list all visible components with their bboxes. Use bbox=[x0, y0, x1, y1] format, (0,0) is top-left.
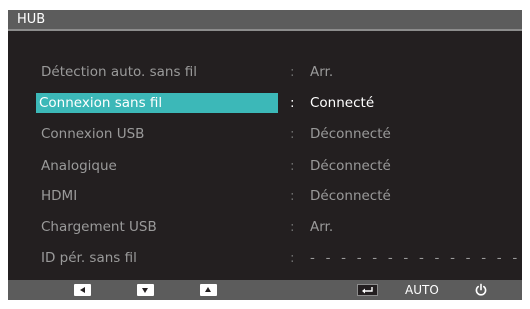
menu-item-label: Connexion sans fil bbox=[36, 93, 278, 113]
menu-item-label: HDMI bbox=[41, 188, 78, 204]
down-button[interactable] bbox=[137, 284, 154, 296]
menu-item-separator: : bbox=[290, 158, 295, 174]
menu-title: HUB bbox=[17, 12, 46, 27]
menu-item-separator: : bbox=[290, 250, 295, 266]
menu-item-label: Chargement USB bbox=[41, 219, 157, 235]
menu-item-value: Connecté bbox=[310, 95, 375, 111]
menu-item-label: ID pér. sans fil bbox=[41, 250, 137, 266]
menu-item-separator: : bbox=[290, 95, 295, 111]
menu-item-value: Arr. bbox=[310, 219, 334, 235]
title-divider bbox=[8, 29, 522, 31]
menu-item-value: Déconnecté bbox=[310, 158, 391, 174]
menu-item-value: Déconnecté bbox=[310, 126, 391, 142]
menu-item-value: Déconnecté bbox=[310, 188, 391, 204]
menu-item-label: Connexion USB bbox=[41, 126, 145, 142]
menu-item-separator: : bbox=[290, 188, 295, 204]
left-arrow-icon bbox=[80, 287, 85, 293]
enter-button[interactable] bbox=[357, 284, 378, 296]
menu-item-value: - - - - - - - - - - - - - - - - bbox=[310, 250, 522, 266]
power-icon[interactable] bbox=[474, 283, 488, 297]
osd-menu-panel: HUB Détection auto. sans fil : Arr. Conn… bbox=[8, 10, 522, 300]
menu-item-value: Arr. bbox=[310, 64, 334, 80]
menu-item-chargement-usb[interactable]: Chargement USB : Arr. bbox=[8, 216, 522, 238]
menu-item-detection-auto[interactable]: Détection auto. sans fil : Arr. bbox=[8, 61, 522, 83]
menu-item-analogique[interactable]: Analogique : Déconnecté bbox=[8, 155, 522, 177]
menu-item-connexion-sans-fil[interactable]: Connexion sans fil : Connecté bbox=[8, 92, 522, 114]
menu-item-id-per-sans-fil[interactable]: ID pér. sans fil : - - - - - - - - - - -… bbox=[8, 247, 522, 269]
menu-item-separator: : bbox=[290, 126, 295, 142]
auto-button[interactable]: AUTO bbox=[405, 281, 439, 299]
menu-item-separator: : bbox=[290, 64, 295, 80]
menu-item-label: Détection auto. sans fil bbox=[41, 64, 198, 80]
menu-item-separator: : bbox=[290, 219, 295, 235]
menu-item-hdmi[interactable]: HDMI : Déconnecté bbox=[8, 185, 522, 207]
up-arrow-icon bbox=[205, 287, 211, 292]
enter-icon bbox=[362, 287, 373, 294]
menu-item-connexion-usb[interactable]: Connexion USB : Déconnecté bbox=[8, 123, 522, 145]
button-guide-bar: AUTO bbox=[8, 280, 522, 300]
down-arrow-icon bbox=[142, 288, 148, 293]
left-button[interactable] bbox=[74, 284, 91, 296]
up-button[interactable] bbox=[200, 284, 217, 296]
title-bar: HUB bbox=[8, 10, 522, 29]
menu-item-label: Analogique bbox=[41, 158, 117, 174]
